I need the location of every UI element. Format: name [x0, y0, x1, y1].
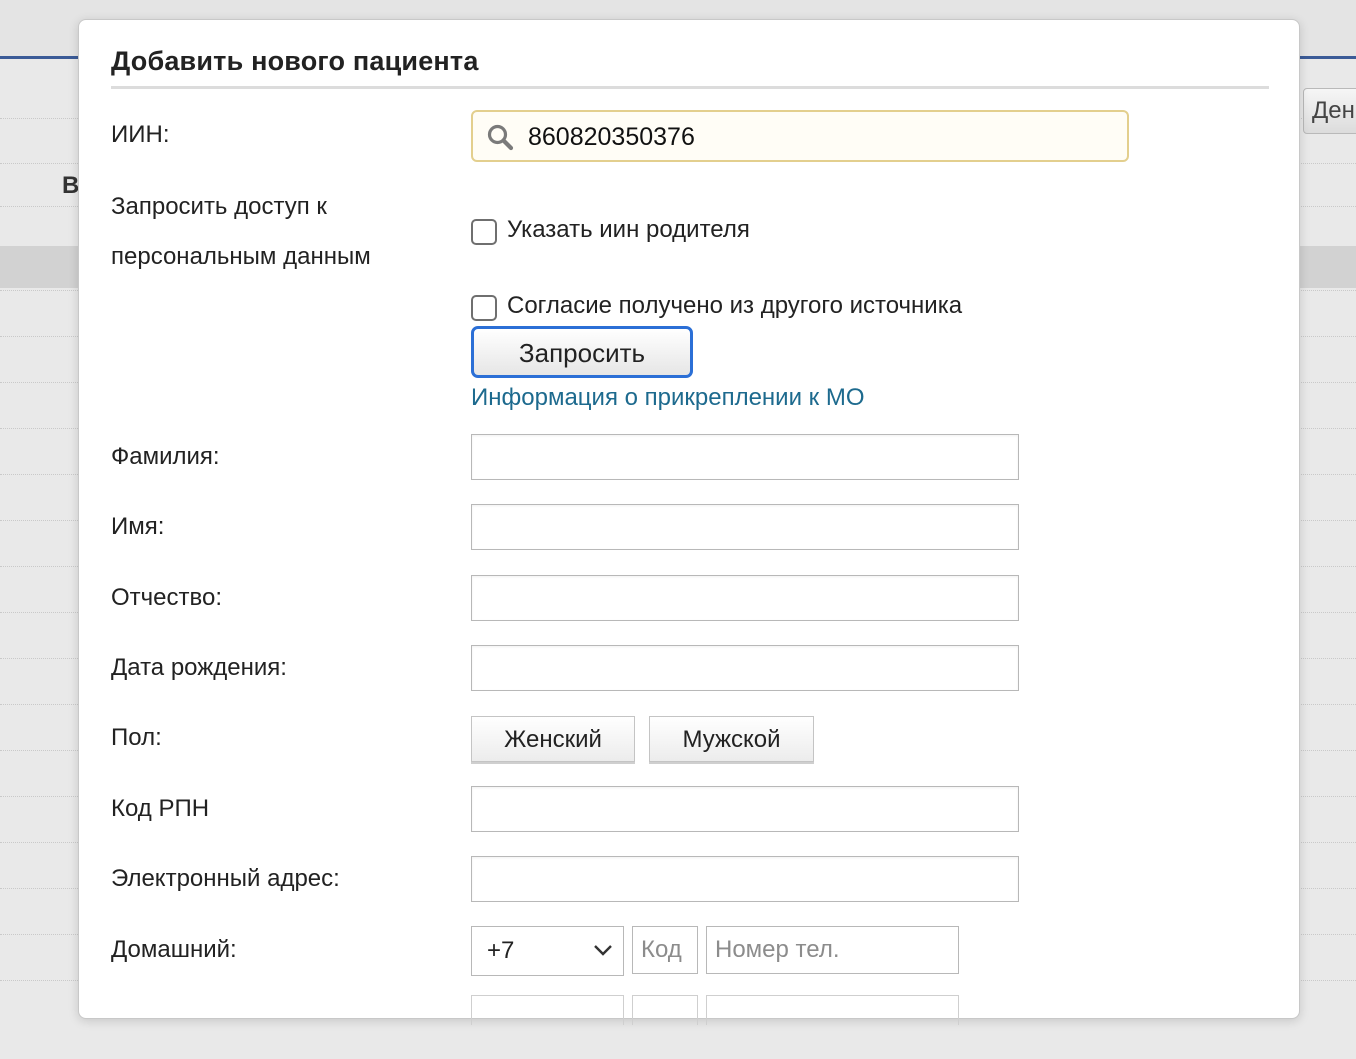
birth-date-label: Дата рождения:: [111, 654, 287, 681]
gender-female-button[interactable]: Женский: [471, 716, 635, 762]
gender-male-button[interactable]: Мужской: [649, 716, 814, 762]
gender-label: Пол:: [111, 724, 162, 751]
background-left-text: В: [62, 172, 80, 199]
country-code-select[interactable]: +7: [471, 926, 624, 976]
add-patient-dialog: Добавить нового пациента ИИН: 8608203503…: [78, 19, 1300, 1025]
iin-value: 860820350376: [528, 123, 695, 151]
chevron-down-icon: [594, 945, 612, 956]
dialog-title: Добавить нового пациента: [111, 46, 479, 76]
last-name-label: Фамилия:: [111, 443, 220, 470]
middle-name-label: Отчество:: [111, 584, 222, 611]
phone-area-code-input[interactable]: [632, 926, 698, 974]
country-code-value: +7: [487, 937, 515, 964]
other-source-checkbox-label[interactable]: Согласие получено из другого источника: [507, 292, 962, 320]
consent-label-line2: персональным данным: [111, 243, 371, 270]
email-input[interactable]: [471, 856, 1019, 902]
search-icon: [487, 124, 514, 151]
title-divider: [111, 86, 1269, 89]
request-access-button[interactable]: Запросить: [471, 326, 693, 378]
middle-name-input[interactable]: [471, 575, 1019, 621]
email-label: Электронный адрес:: [111, 865, 340, 892]
last-name-input[interactable]: [471, 434, 1019, 480]
home-phone-label: Домашний:: [111, 936, 237, 963]
parent-iin-checkbox-label[interactable]: Указать иин родителя: [507, 216, 750, 244]
first-name-label: Имя:: [111, 513, 165, 540]
parent-iin-checkbox[interactable]: [471, 219, 497, 245]
iin-label: ИИН:: [111, 121, 170, 148]
background-right-button[interactable]: Ден: [1303, 88, 1356, 134]
first-name-input[interactable]: [471, 504, 1019, 550]
consent-label-line1: Запросить доступ к: [111, 193, 327, 220]
rpn-code-label: Код РПН: [111, 795, 210, 822]
consent-label: Запросить доступ к персональным данным: [111, 182, 371, 282]
rpn-code-input[interactable]: [471, 786, 1019, 832]
birth-date-input[interactable]: [471, 645, 1019, 691]
phone-number-input[interactable]: [706, 926, 959, 974]
iin-search-field[interactable]: 860820350376: [471, 110, 1129, 162]
mo-attachment-info-link[interactable]: Информация о прикреплении к МО: [471, 384, 864, 412]
other-source-checkbox[interactable]: [471, 295, 497, 321]
